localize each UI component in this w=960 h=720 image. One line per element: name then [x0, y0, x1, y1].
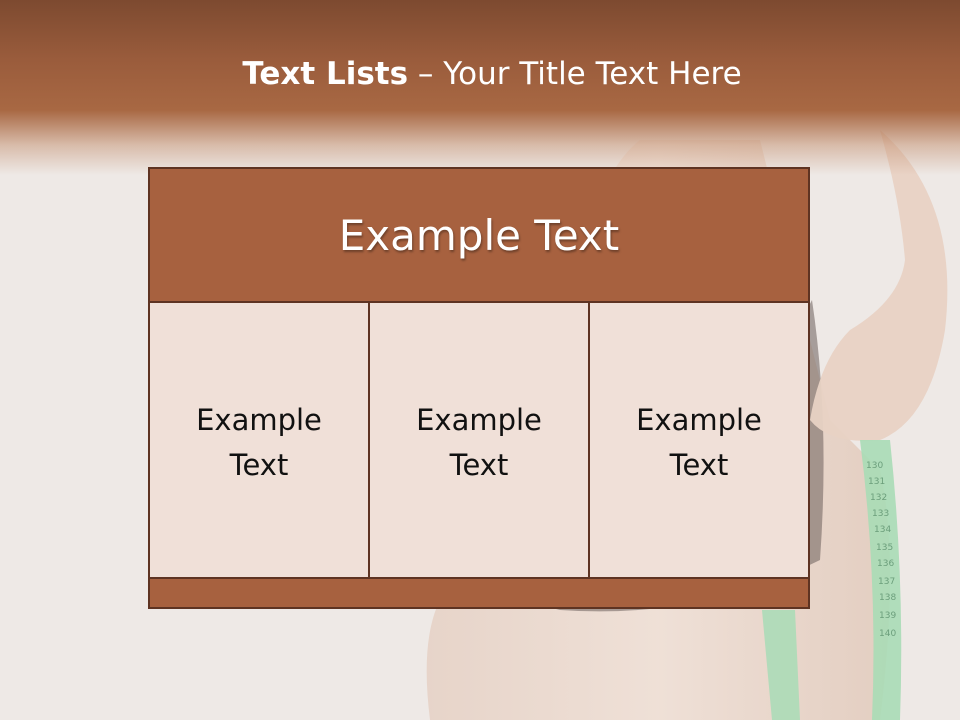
- table-cell-3: Example Text: [588, 303, 808, 577]
- table-header: Example Text: [150, 169, 808, 303]
- table-footer-bar: [150, 579, 808, 607]
- svg-text:132: 132: [870, 493, 887, 503]
- svg-text:131: 131: [868, 477, 885, 487]
- svg-text:137: 137: [878, 577, 895, 587]
- svg-text:139: 139: [879, 611, 896, 621]
- title-strong: Text Lists: [242, 56, 409, 92]
- table-cells-row: Example Text Example Text Example Text: [150, 303, 808, 579]
- table-cell-2: Example Text: [368, 303, 588, 577]
- svg-text:136: 136: [877, 559, 894, 569]
- table-cell-label: Example Text: [636, 403, 762, 482]
- svg-text:130: 130: [866, 461, 883, 471]
- svg-text:135: 135: [876, 543, 893, 553]
- slide-title: Text Lists – Your Title Text Here: [0, 52, 960, 96]
- table-cell-label: Example Text: [196, 403, 322, 482]
- text-list-table: Example Text Example Text Example Text E…: [148, 167, 810, 609]
- svg-text:138: 138: [879, 593, 896, 603]
- title-rest: – Your Title Text Here: [408, 56, 742, 92]
- svg-text:140: 140: [879, 629, 896, 639]
- svg-text:133: 133: [872, 509, 889, 519]
- table-cell-1: Example Text: [150, 303, 368, 577]
- svg-text:134: 134: [874, 525, 891, 535]
- table-cell-label: Example Text: [416, 403, 542, 482]
- slide: 130 131 132 133 134 135 136 137 138 139 140 Tex…: [0, 0, 960, 720]
